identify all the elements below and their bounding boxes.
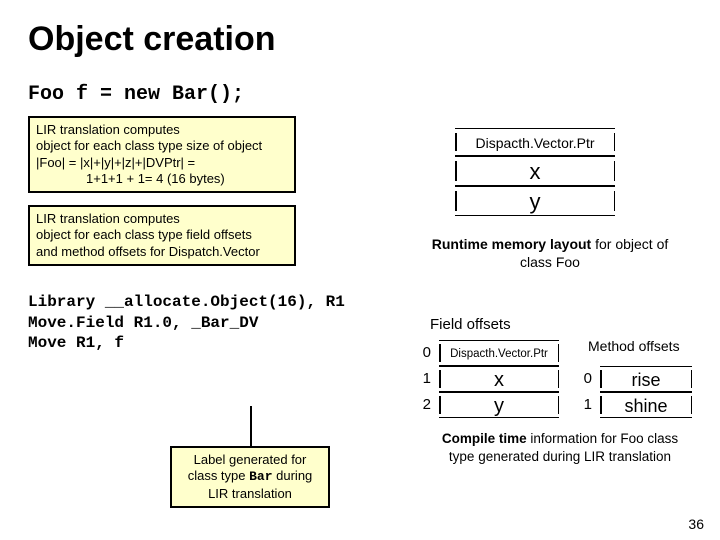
note-offsets-l3: and method offsets for Dispatch.Vector — [36, 244, 288, 260]
mem-cell-x: x — [455, 156, 615, 186]
label-note-mono: Bar — [249, 469, 272, 484]
ft-cell-0: Dispacth.Vector.Ptr — [439, 340, 559, 366]
ft-idx-2: 2 — [415, 392, 439, 418]
note-offsets: LIR translation computes object for each… — [28, 205, 296, 266]
runtime-caption-bold: Runtime memory layout — [432, 236, 591, 252]
mt-cell-1: shine — [600, 392, 692, 418]
ft-cell-2: y — [439, 392, 559, 418]
note-size: LIR translation computes object for each… — [28, 116, 296, 193]
note-size-l4: 1+1+1 + 1= 4 (16 bytes) — [36, 171, 288, 187]
mt-idx-1: 1 — [578, 392, 600, 418]
library-l1: Library __allocate.Object(16), R1 — [28, 292, 692, 313]
memory-layout: Dispacth.Vector.Ptr x y — [455, 128, 615, 216]
ft-cell-1: x — [439, 366, 559, 392]
mem-cell-dvptr: Dispacth.Vector.Ptr — [455, 128, 615, 156]
ft-idx-1: 1 — [415, 366, 439, 392]
page-number: 36 — [688, 516, 704, 532]
mem-cell-y: y — [455, 186, 615, 216]
method-offsets-table: 0 rise 1 shine — [578, 366, 692, 418]
note-size-l3: |Foo| = |x|+|y|+|z|+|DVPtr| = — [36, 155, 288, 171]
note-size-l2: object for each class type size of objec… — [36, 138, 288, 154]
note-offsets-l2: object for each class type field offsets — [36, 227, 288, 243]
slide-title: Object creation — [28, 20, 692, 59]
mt-cell-0: rise — [600, 366, 692, 392]
mt-idx-0: 0 — [578, 366, 600, 392]
ft-idx-0: 0 — [415, 340, 439, 366]
library-l2: Move.Field R1.0, _Bar_DV — [28, 313, 692, 334]
note-offsets-l1: LIR translation computes — [36, 211, 288, 227]
method-offsets-label: Method offsets — [588, 338, 680, 354]
runtime-caption: Runtime memory layout for object of clas… — [430, 236, 670, 271]
compile-caption: Compile time information for Foo class t… — [430, 430, 690, 465]
code-statement: Foo f = new Bar(); — [28, 83, 692, 106]
compile-caption-bold: Compile time — [442, 431, 527, 446]
field-offsets-table: 0 Dispacth.Vector.Ptr 1 x 2 y — [415, 340, 559, 418]
note-size-l1: LIR translation computes — [36, 122, 288, 138]
connector-line — [250, 406, 252, 446]
label-note: Label generated for class type Bar durin… — [170, 446, 330, 508]
field-offsets-label: Field offsets — [430, 316, 511, 333]
